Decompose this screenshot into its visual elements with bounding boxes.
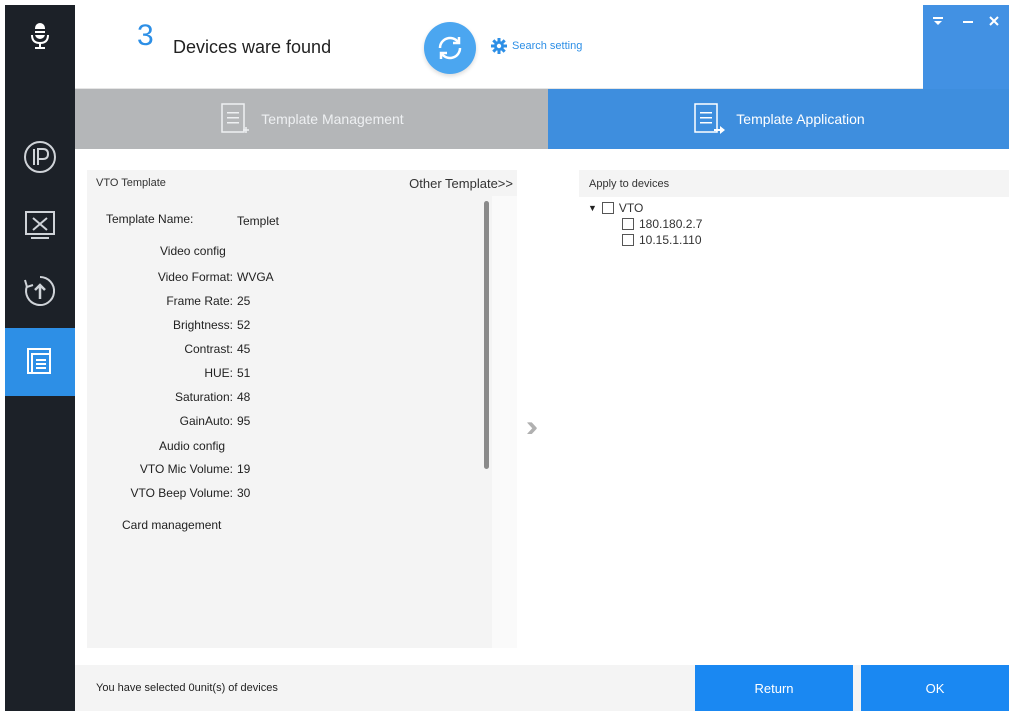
template-panel-title: VTO Template (96, 177, 166, 189)
tree-device-item[interactable]: 180.180.2.7 (622, 217, 702, 231)
ip-icon (24, 141, 56, 173)
selection-status: You have selected 0unit(s) of devices (96, 682, 278, 694)
window-controls (923, 5, 1009, 89)
video-field-value: 52 (237, 318, 251, 332)
tree-group-vto[interactable]: ▼ VTO (588, 201, 643, 215)
scrollbar-thumb[interactable] (484, 201, 489, 469)
video-field-label: Brightness: (172, 318, 233, 332)
tree-device-item[interactable]: 10.15.1.110 (622, 233, 702, 247)
apply-panel-header: Apply to devices (579, 170, 1009, 197)
video-field-value: 48 (237, 390, 251, 404)
template-icon (27, 348, 51, 374)
video-field-value: 25 (237, 294, 251, 308)
template-name-label: Template Name: (106, 212, 194, 226)
ok-button[interactable]: OK (861, 665, 1009, 711)
template-name-value: Templet (237, 214, 280, 228)
caret-down-icon[interactable]: ▼ (588, 203, 597, 213)
other-template-link[interactable]: Other Template>> (409, 176, 513, 191)
sidebar-item-ip[interactable] (5, 123, 75, 191)
tab-template-management-label: Template Management (261, 111, 404, 127)
transfer-arrow-icon: ›› (526, 410, 538, 443)
device-label: 180.180.2.7 (639, 217, 703, 231)
video-field-label: Contrast: (184, 342, 233, 356)
sidebar-item-tools[interactable] (5, 191, 75, 259)
return-button[interactable]: Return (695, 665, 853, 711)
template-panel-header: VTO Template Other Template>> (87, 170, 517, 196)
audio-field-value: 19 (237, 462, 251, 476)
devices-found-label: Devices ware found (173, 37, 332, 57)
device-count: 3 (137, 19, 154, 52)
microphone-icon (31, 23, 49, 49)
upgrade-icon (24, 275, 56, 306)
gear-icon (491, 38, 507, 54)
audio-field-value: 30 (237, 486, 251, 500)
video-field-label: HUE: (204, 366, 233, 380)
footer: You have selected 0unit(s) of devices Re… (75, 665, 1009, 711)
video-field-label: GainAuto: (179, 414, 233, 428)
template-apply-icon (694, 103, 726, 134)
sidebar (5, 5, 75, 711)
video-field-value: 45 (237, 342, 251, 356)
sidebar-item-upgrade[interactable] (5, 257, 75, 325)
video-field-label: Saturation: (174, 390, 233, 404)
search-setting-link[interactable]: Search setting (491, 38, 582, 54)
sidebar-item-template[interactable] (5, 328, 75, 396)
minimize-icon[interactable] (963, 14, 973, 28)
video-field-label: Frame Rate: (166, 294, 233, 308)
audio-field-label: VTO Beep Volume: (130, 486, 233, 500)
video-field-value: WVGA (237, 270, 274, 284)
search-setting-label: Search setting (512, 40, 583, 52)
audio-config-heading: Audio config (159, 439, 226, 453)
tab-template-management[interactable]: Template Management (75, 89, 548, 149)
card-management-heading: Card management (122, 518, 222, 532)
device-checkbox[interactable] (622, 218, 634, 230)
audio-field-label: VTO Mic Volume: (139, 462, 233, 476)
sidebar-logo (5, 5, 75, 67)
group-checkbox[interactable] (601, 202, 614, 214)
tab-template-application[interactable]: Template Application (548, 89, 1009, 149)
refresh-icon (438, 36, 462, 60)
header: 3 Devices ware found Search setting (75, 5, 1009, 89)
video-field-value: 51 (237, 366, 251, 380)
close-icon[interactable] (989, 14, 999, 28)
device-label: 10.15.1.110 (639, 233, 702, 247)
video-field-value: 95 (237, 414, 251, 428)
tree-group-label: VTO (618, 201, 644, 215)
tab-template-application-label: Template Application (736, 111, 865, 127)
menu-icon[interactable] (933, 14, 943, 28)
tools-icon (25, 211, 55, 239)
template-add-icon (221, 103, 250, 133)
device-checkbox[interactable] (622, 234, 634, 246)
apply-panel-title: Apply to devices (589, 177, 670, 190)
video-field-label: Video Format: (157, 270, 233, 284)
video-config-heading: Video config (160, 244, 226, 258)
scrollbar-track[interactable] (492, 196, 517, 648)
refresh-button[interactable] (424, 22, 476, 74)
